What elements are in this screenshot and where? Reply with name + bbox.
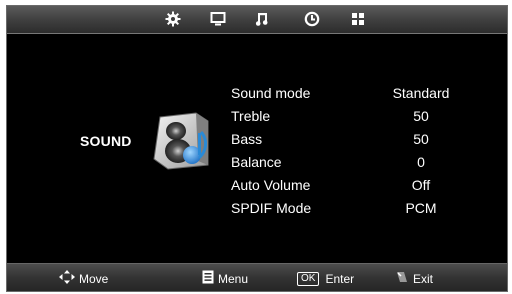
music-note-icon[interactable] [254, 11, 270, 27]
footer-move-label: Move [79, 272, 109, 286]
menu-item-sound-mode[interactable]: Sound mode Standard [231, 82, 471, 105]
menu-item-value: 0 [417, 154, 425, 170]
menu-key-icon [202, 270, 214, 288]
menu-item-label: SPDIF Mode [231, 200, 312, 216]
menu-item-bass[interactable]: Bass 50 [231, 128, 471, 151]
menu-item-label: Auto Volume [231, 177, 311, 193]
menu-item-label: Bass [231, 131, 263, 147]
clock-icon[interactable] [304, 11, 320, 27]
grid-icon[interactable] [350, 11, 366, 27]
monitor-icon[interactable] [210, 11, 226, 27]
menu-item-label: Balance [231, 154, 282, 170]
menu-item-spdif-mode[interactable]: SPDIF Mode PCM [231, 197, 471, 220]
footer-menu-hint: Menu [202, 270, 248, 286]
menu-tab-bar [7, 6, 507, 34]
menu-item-label: Sound mode [231, 85, 311, 101]
menu-item-auto-volume[interactable]: Auto Volume Off [231, 174, 471, 197]
footer-enter-label: Enter [325, 271, 355, 286]
footer-move-hint: Move [59, 270, 108, 286]
exit-icon [395, 270, 409, 288]
gear-icon[interactable] [165, 11, 181, 27]
menu-item-treble[interactable]: Treble 50 [231, 105, 471, 128]
ok-key-icon: OK [297, 271, 320, 286]
footer-menu-label: Menu [218, 272, 249, 286]
menu-item-value: Off [411, 177, 431, 193]
menu-item-value: Standard [392, 85, 450, 101]
footer-enter-hint: OK Enter [297, 270, 354, 286]
sound-settings-list: Sound mode Standard Treble 50 Bass 50 Ba… [231, 82, 471, 220]
menu-item-value: 50 [413, 108, 429, 124]
speaker-icon [148, 111, 220, 171]
menu-item-balance[interactable]: Balance 0 [231, 151, 471, 174]
footer-hint-bar: Move Menu OK Enter Exit [7, 263, 507, 291]
section-title: SOUND [80, 133, 132, 149]
menu-item-label: Treble [231, 108, 271, 124]
menu-item-value: PCM [405, 200, 437, 216]
tv-osd-screen: SOUND Sound mode Standard Treble 50 Bass… [6, 5, 508, 292]
menu-item-value: 50 [413, 131, 429, 147]
footer-exit-label: Exit [413, 272, 434, 286]
move-arrows-icon [59, 270, 75, 288]
footer-exit-hint: Exit [395, 270, 433, 286]
